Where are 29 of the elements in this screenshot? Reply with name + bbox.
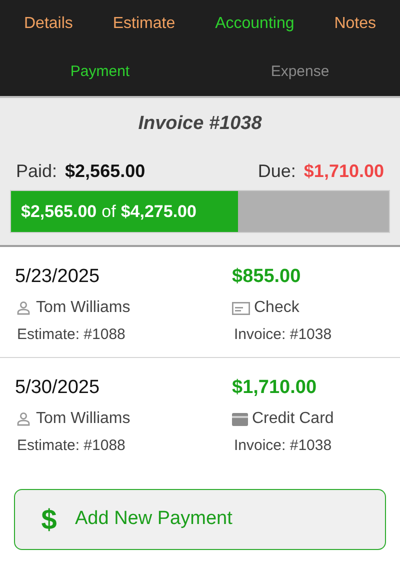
dollar-icon: $ [41, 498, 57, 540]
tab[interactable]: Details [16, 12, 81, 36]
invoice-number: Invoice: #1038 [233, 436, 333, 456]
paid-amount: $2,565.00 [65, 160, 146, 183]
person-icon [17, 301, 30, 315]
due-amount: $1,710.00 [304, 160, 384, 183]
check-icon [232, 302, 250, 314]
payment-date: 5/30/2025 [15, 376, 101, 400]
paid-label: Paid: [16, 160, 58, 183]
sub-tab[interactable]: Payment [70, 60, 130, 84]
credit-card-icon [232, 412, 248, 426]
tab[interactable]: Accounting [207, 12, 302, 36]
invoice-title: Invoice #1038 [137, 112, 263, 136]
payment-date: 5/23/2025 [15, 265, 101, 289]
due-label: Due: [258, 160, 296, 183]
tab[interactable]: Estimate [104, 12, 184, 36]
estimate-number: Estimate: #1088 [16, 325, 126, 345]
progress-label: $2,565.00 of $4,275.00 [20, 200, 198, 223]
payment-method: Check [254, 298, 300, 318]
payment-amount: $1,710.00 [232, 376, 318, 400]
sub-tab[interactable]: Expense [270, 60, 330, 84]
estimate-number: Estimate: #1088 [16, 436, 126, 456]
customer-name: Tom Williams [36, 298, 130, 318]
customer-name: Tom Williams [36, 409, 130, 429]
invoice-number: Invoice: #1038 [233, 325, 333, 345]
payment-method: Credit Card [252, 409, 334, 429]
person-icon [17, 412, 30, 426]
payment-amount: $855.00 [232, 265, 302, 289]
tab[interactable]: Notes [326, 12, 384, 36]
